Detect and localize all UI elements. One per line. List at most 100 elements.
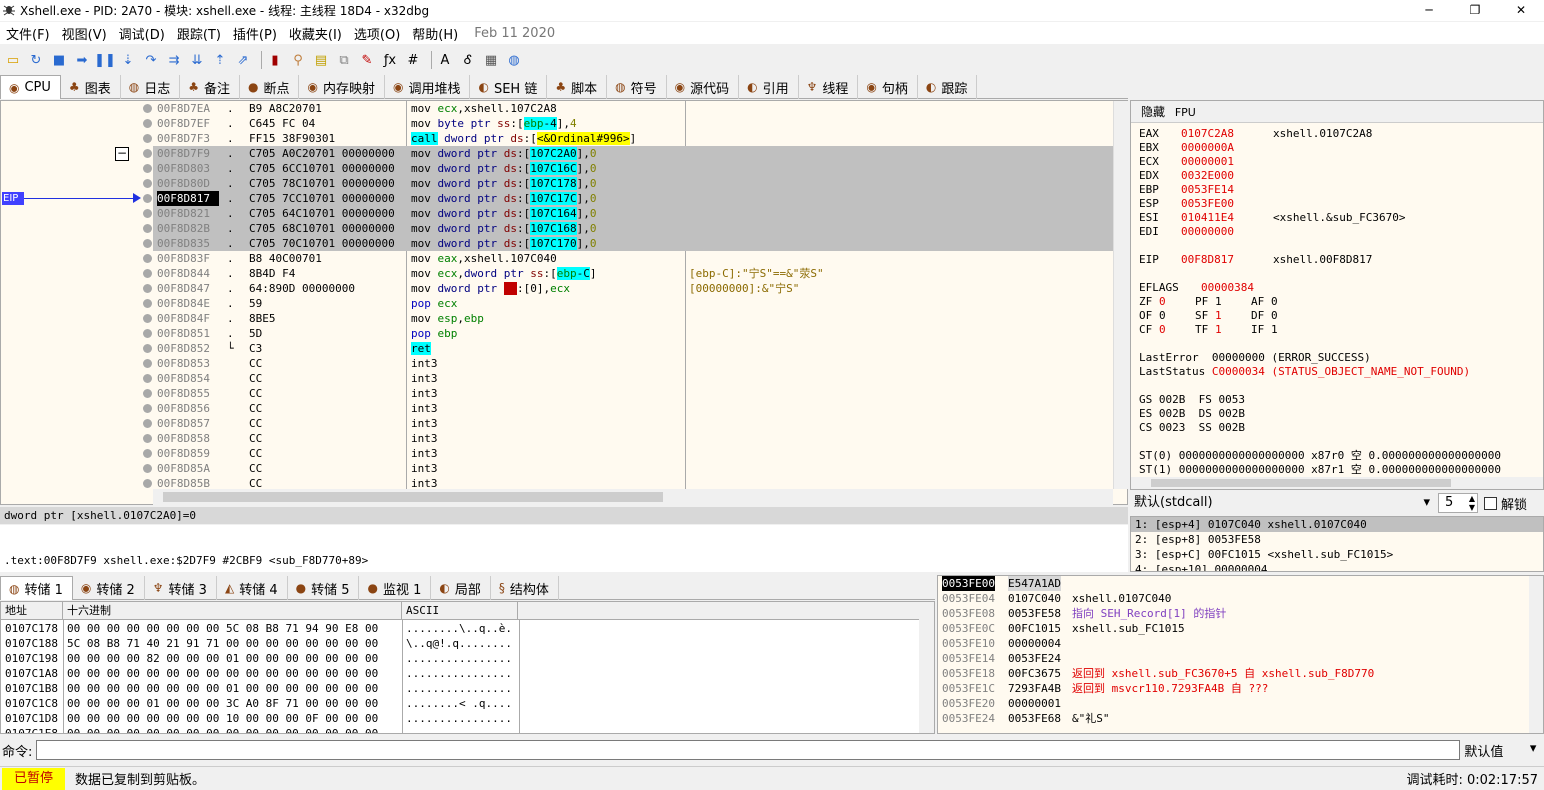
patch-icon[interactable]: ⚲ bbox=[289, 51, 307, 69]
breakpoint-dot[interactable] bbox=[143, 479, 152, 488]
register-list[interactable]: EAX 0107C2A8 xshell.0107C2A8 EBX 0000000A ECX… bbox=[1139, 127, 1539, 479]
collapse-toggle[interactable]: − bbox=[115, 147, 129, 161]
disasm-row[interactable]: 00F8D85A CC int3 bbox=[153, 461, 1113, 476]
stack-panel[interactable]: 0053FE00 E547A1AD 0053FE04 0107C040 xshell.0… bbox=[937, 575, 1544, 734]
open-icon[interactable]: ▭ bbox=[4, 51, 22, 69]
breakpoint-dot[interactable] bbox=[143, 434, 152, 443]
dump-ascii[interactable]: ........< .q.... bbox=[406, 696, 512, 711]
register-row[interactable]: EIP 00F8D817 xshell.00F8D817 bbox=[1139, 253, 1539, 267]
breakpoint-dot[interactable] bbox=[143, 254, 152, 263]
register-row[interactable]: ECX 00000001 bbox=[1139, 155, 1539, 169]
flag-value[interactable]: 0 bbox=[1159, 323, 1195, 337]
tab-dump5[interactable]: ● 转储 5 bbox=[288, 576, 360, 600]
functions-icon[interactable]: ƒx bbox=[381, 51, 399, 69]
menu-item[interactable]: 帮助(H) bbox=[406, 24, 464, 43]
segment-row[interactable]: GS 002B FS 0053 bbox=[1139, 393, 1539, 407]
disasm-row[interactable]: 00F8D844. 8B4D F4 mov ecx,dword ptr ss:[eb… bbox=[153, 266, 1113, 281]
dump-row[interactable]: 0107C1B8 00 00 00 00 00 00 00 00 01 00 00… bbox=[1, 681, 921, 696]
disasm-row[interactable]: 00F8D854 CC int3 bbox=[153, 371, 1113, 386]
stack-row[interactable]: 0053FE1C 7293FA4B 返回到 msvcr110.7293FA4B 自 … bbox=[938, 681, 1528, 696]
fpu-row[interactable]: ST(0) 0000000000000000000 x87r0 空 0.0000… bbox=[1139, 449, 1539, 463]
arg-row[interactable]: 4: [esp+10] 00000004 bbox=[1131, 562, 1543, 571]
register-value[interactable]: 010411E4 bbox=[1181, 211, 1273, 225]
register-value[interactable]: 00000001 bbox=[1181, 155, 1273, 169]
disasm-row[interactable]: 00F8D84E. 59 pop ecx bbox=[153, 296, 1113, 311]
tab-breakpoint[interactable]: ● 断点 bbox=[240, 75, 300, 99]
execute-till-return-icon[interactable]: ⇡ bbox=[211, 51, 229, 69]
breakpoint-dot[interactable] bbox=[143, 239, 152, 248]
disasm-row[interactable]: 00F8D857 CC int3 bbox=[153, 416, 1113, 431]
menu-item[interactable]: 插件(P) bbox=[227, 24, 283, 43]
register-value[interactable]: 00F8D817 bbox=[1181, 253, 1273, 267]
register-value[interactable]: 0053FE00 bbox=[1181, 197, 1273, 211]
font-icon[interactable]: A bbox=[436, 51, 454, 69]
tab-references[interactable]: ◐ 引用 bbox=[739, 75, 799, 99]
labels-icon[interactable]: ⧉ bbox=[335, 51, 353, 69]
dump-row[interactable]: 0107C1A8 00 00 00 00 00 00 00 00 00 00 00… bbox=[1, 666, 921, 681]
close-button[interactable]: ✕ bbox=[1498, 0, 1544, 21]
tab-dump4[interactable]: ◭ 转储 4 bbox=[217, 576, 288, 600]
disasm-row[interactable]: 00F8D859 CC int3 bbox=[153, 446, 1113, 461]
dump-row[interactable]: 0107C1D8 00 00 00 00 00 00 00 00 10 00 00… bbox=[1, 711, 921, 726]
breakpoint-dot[interactable] bbox=[143, 179, 152, 188]
dump-hex[interactable]: 00 00 00 00 00 00 00 00 00 00 00 00 00 0… bbox=[67, 726, 378, 733]
dump-row[interactable]: 0107C1C8 00 00 00 00 01 00 00 00 3C A0 8F… bbox=[1, 696, 921, 711]
dump-hex[interactable]: 00 00 00 00 00 00 00 00 00 00 00 00 00 0… bbox=[67, 666, 378, 681]
tab-graph[interactable]: ♣ 图表 bbox=[61, 75, 121, 99]
tab-handles[interactable]: ◉ 句柄 bbox=[858, 75, 918, 99]
register-row[interactable]: EAX 0107C2A8 xshell.0107C2A8 bbox=[1139, 127, 1539, 141]
dump-row[interactable]: 0107C188 5C 08 B8 71 40 21 91 71 00 00 00… bbox=[1, 636, 921, 651]
breakpoint-dot[interactable] bbox=[143, 329, 152, 338]
flag-value[interactable]: 1 bbox=[1215, 295, 1251, 309]
strings-icon[interactable]: Ꮄ bbox=[459, 51, 477, 69]
dump-col-hex[interactable]: 十六进制 bbox=[63, 602, 402, 619]
maximize-button[interactable]: ❐ bbox=[1452, 0, 1498, 21]
menu-item[interactable]: 调试(D) bbox=[113, 24, 171, 43]
stack-row[interactable]: 0053FE10 00000004 bbox=[938, 636, 1528, 651]
dump-row[interactable]: 0107C198 00 00 00 00 82 00 00 00 01 00 00… bbox=[1, 651, 921, 666]
tab-notes[interactable]: ♣ 备注 bbox=[180, 75, 240, 99]
tab-memory-map[interactable]: ◉ 内存映射 bbox=[299, 75, 385, 99]
tab-log[interactable]: ◍ 日志 bbox=[121, 75, 181, 99]
arguments-panel[interactable]: 1: [esp+4] 0107C040 xshell.0107C040 2: [e… bbox=[1130, 516, 1544, 572]
dump-ascii[interactable]: ........\..q..è. bbox=[406, 621, 512, 636]
run-icon[interactable]: ➡ bbox=[73, 51, 91, 69]
tab-dump2[interactable]: ◉ 转储 2 bbox=[73, 576, 145, 600]
step-over-icon[interactable]: ↷ bbox=[142, 51, 160, 69]
stack-row[interactable]: 0053FE24 0053FE68 &"礼S" bbox=[938, 711, 1528, 726]
dump-ascii[interactable]: ................ bbox=[406, 681, 512, 696]
bookmarks-icon[interactable]: ✎ bbox=[358, 51, 376, 69]
dump-row[interactable]: 0107C178 00 00 00 00 00 00 00 00 5C 08 B8… bbox=[1, 621, 921, 636]
command-input[interactable] bbox=[36, 740, 1461, 760]
checkbox-box[interactable] bbox=[1484, 496, 1497, 510]
breakpoint-dot[interactable] bbox=[143, 284, 152, 293]
breakpoint-dot[interactable] bbox=[143, 344, 152, 353]
tab-symbols[interactable]: ◍ 符号 bbox=[607, 75, 667, 99]
dump-hex[interactable]: 00 00 00 00 00 00 00 00 10 00 00 00 0F 0… bbox=[67, 711, 378, 726]
breakpoint-dot[interactable] bbox=[143, 164, 152, 173]
hide-fpu-button[interactable]: 隐藏 bbox=[1141, 105, 1165, 119]
scylla-icon[interactable]: ▮ bbox=[266, 51, 284, 69]
disasm-row[interactable]: 00F8D82B. C705 68C10701 00000000 mov dword… bbox=[153, 221, 1113, 236]
breakpoint-dot[interactable] bbox=[143, 209, 152, 218]
disasm-row[interactable]: 00F8D84F. 8BE5 mov esp,ebp bbox=[153, 311, 1113, 326]
disasm-row[interactable]: 00F8D85B CC int3 bbox=[153, 476, 1113, 489]
breakpoint-dot[interactable] bbox=[143, 299, 152, 308]
register-value[interactable]: 0000000A bbox=[1181, 141, 1273, 155]
dump-ascii[interactable]: ................ bbox=[406, 651, 512, 666]
eflags-value[interactable]: 00000384 bbox=[1201, 281, 1254, 294]
breakpoint-dot[interactable] bbox=[143, 404, 152, 413]
hash-icon[interactable]: # bbox=[404, 51, 422, 69]
tab-seh-chain[interactable]: ◐ SEH 链 bbox=[470, 75, 548, 99]
breakpoint-dot[interactable] bbox=[143, 419, 152, 428]
menu-item[interactable]: 跟踪(T) bbox=[171, 24, 227, 43]
disasm-row[interactable]: 00F8D853 CC int3 bbox=[153, 356, 1113, 371]
register-value[interactable]: 0053FE14 bbox=[1181, 183, 1273, 197]
breakpoint-dot[interactable] bbox=[143, 224, 152, 233]
tab-watch[interactable]: ● 监视 1 bbox=[359, 576, 432, 600]
register-row[interactable]: ESP 0053FE00 bbox=[1139, 197, 1539, 211]
dump-hex[interactable]: 00 00 00 00 01 00 00 00 3C A0 8F 71 00 0… bbox=[67, 696, 378, 711]
breakpoint-dot[interactable] bbox=[143, 104, 152, 113]
tab-cpu[interactable]: ◉ CPU bbox=[0, 75, 61, 99]
arg-count-spinner[interactable]: 5 ▲ ▼ bbox=[1438, 493, 1478, 513]
